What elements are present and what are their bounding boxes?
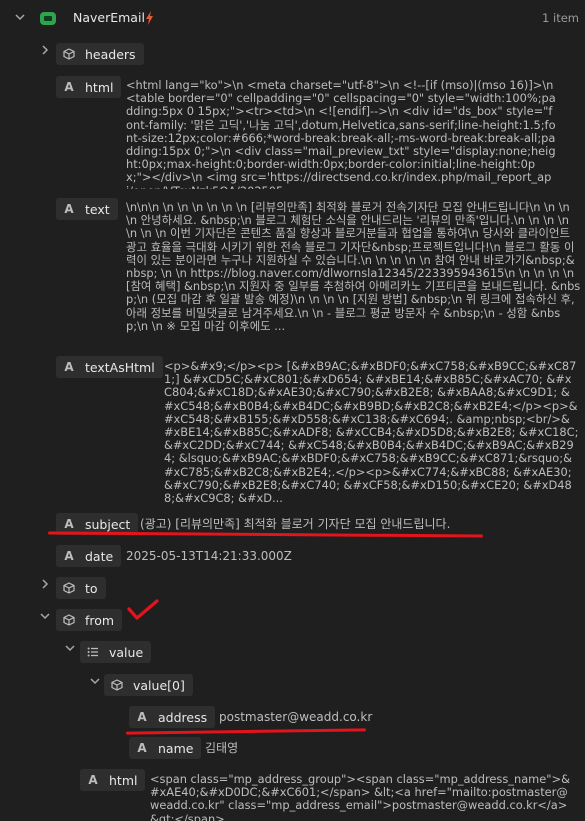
date-value: 2025-05-13T14:21:33.000Z	[126, 549, 292, 563]
to-key-pill[interactable]: to	[56, 577, 106, 599]
address-key-pill[interactable]: A address	[129, 706, 216, 728]
database-icon	[39, 11, 57, 26]
list-icon	[86, 645, 100, 659]
headers-row[interactable]: headers	[0, 43, 585, 65]
from-row[interactable]: from	[0, 609, 585, 631]
text-key-pill[interactable]: A text	[56, 198, 118, 220]
textashtml-value: <p>&#x9;</p><p> [&#xB9AC;&#xBDF0;&#xC758…	[164, 360, 579, 506]
name-key-pill[interactable]: A name	[129, 737, 202, 759]
string-type-icon: A	[64, 80, 74, 94]
string-type-icon: A	[64, 517, 74, 531]
html-value: <html lang="ko">\n <meta charset="utf-8"…	[126, 79, 556, 189]
from-html-value: <span class="mp_address_group"><span cla…	[150, 773, 570, 821]
string-type-icon: A	[88, 773, 98, 787]
cube-icon	[110, 678, 124, 692]
from-value0-row[interactable]: value[0]	[0, 674, 585, 696]
subject-value: (광고) [리뷰의만족] 최적화 블로거 기자단 모집 안내드립니다.	[140, 517, 451, 531]
item-count: 1 item	[542, 11, 579, 25]
html-key-pill[interactable]: A html	[56, 76, 122, 98]
subject-key: subject	[85, 516, 131, 532]
chevron-down-icon[interactable]	[13, 12, 27, 26]
from-html-key-pill[interactable]: A html	[80, 769, 146, 791]
headers-key-pill[interactable]: headers	[56, 43, 144, 65]
name-value: 김태영	[205, 741, 239, 755]
root-row[interactable]: NaverEmail 1 item	[0, 8, 585, 30]
chevron-right-icon[interactable]	[38, 579, 52, 593]
chevron-right-icon[interactable]	[38, 45, 52, 59]
from-value0-key-pill[interactable]: value[0]	[104, 674, 193, 696]
date-key-pill[interactable]: A date	[56, 545, 122, 567]
to-key: to	[85, 580, 98, 596]
root-label: NaverEmail	[73, 10, 145, 25]
cube-icon	[62, 581, 76, 595]
annotation-checkmark-icon	[126, 598, 160, 625]
string-type-icon: A	[64, 549, 74, 563]
from-value0-key: value[0]	[133, 677, 185, 693]
from-value-key-pill[interactable]: value	[80, 641, 152, 663]
cube-icon	[62, 613, 76, 627]
from-value-row[interactable]: value	[0, 641, 585, 663]
string-type-icon: A	[137, 710, 147, 724]
text-key: text	[85, 201, 110, 217]
address-value: postmaster@weadd.co.kr	[219, 710, 373, 724]
html-key: html	[85, 79, 114, 95]
headers-key: headers	[85, 46, 136, 62]
string-type-icon: A	[137, 741, 147, 755]
from-key: from	[85, 612, 115, 628]
textashtml-key-pill[interactable]: A textAsHtml	[56, 356, 163, 378]
chevron-down-icon[interactable]	[63, 643, 77, 657]
textashtml-key: textAsHtml	[85, 359, 155, 375]
string-type-icon: A	[64, 360, 74, 374]
to-row[interactable]: to	[0, 577, 585, 599]
from-html-key: html	[109, 772, 138, 788]
from-key-pill[interactable]: from	[56, 609, 123, 631]
annotation-underline-address	[125, 728, 367, 735]
string-type-icon: A	[64, 202, 74, 216]
chevron-down-icon[interactable]	[88, 676, 102, 690]
lightning-icon	[145, 11, 154, 28]
date-key: date	[85, 548, 114, 564]
name-key: name	[158, 740, 194, 756]
from-value-key: value	[109, 644, 144, 660]
cube-icon	[62, 47, 76, 61]
text-value: \n\n\n \n \n \n \n \n \n [리뷰의만족] 최적화 블로거…	[126, 201, 581, 333]
chevron-down-icon[interactable]	[38, 611, 52, 625]
address-key: address	[158, 709, 208, 725]
